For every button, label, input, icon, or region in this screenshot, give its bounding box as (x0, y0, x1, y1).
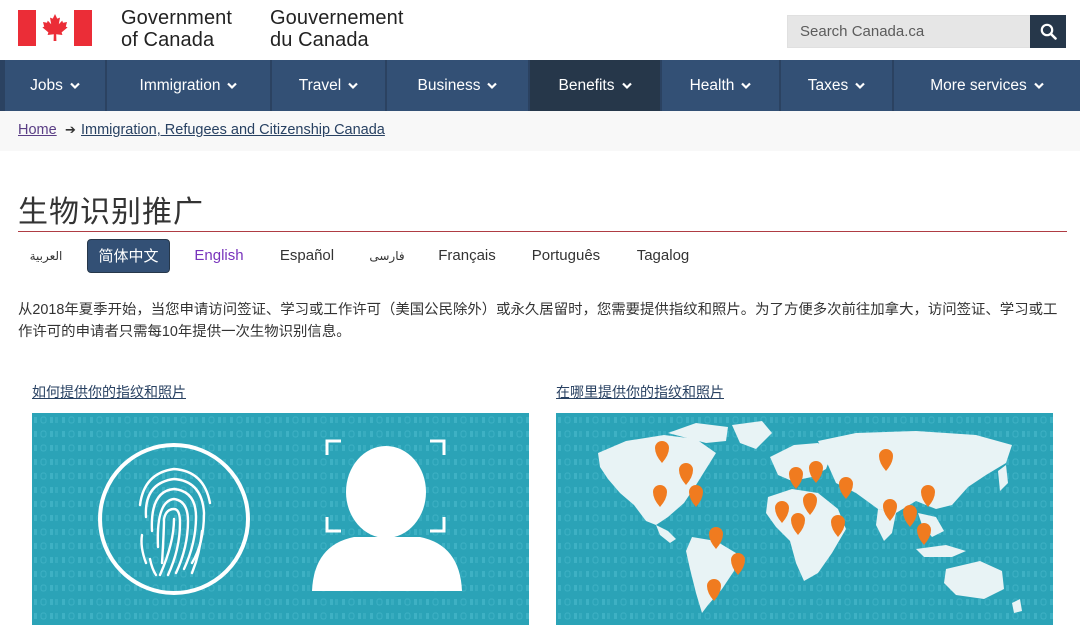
breadcrumb-home-link[interactable]: Home (18, 122, 57, 138)
lang-french[interactable]: Français (434, 239, 500, 273)
nav-item-taxes[interactable]: Taxes (781, 60, 894, 111)
nav-item-immigration[interactable]: Immigration (107, 60, 272, 111)
where-to-provide-link[interactable]: 在哪里提供你的指纹和照片 (556, 382, 724, 402)
world-map-image[interactable] (556, 413, 1053, 625)
nav-item-business[interactable]: Business (387, 60, 530, 111)
lang-arabic[interactable]: العربية (25, 239, 67, 273)
lang-simplified-chinese[interactable]: 简体中文 (87, 239, 170, 273)
signature-fr-line1: Gouvernement (270, 7, 404, 29)
lang-english[interactable]: English (189, 239, 249, 273)
nav-item-more-services[interactable]: More services (894, 60, 1080, 111)
government-signature-en[interactable]: Government of Canada (121, 7, 232, 51)
nav-item-health[interactable]: Health (662, 60, 781, 111)
breadcrumb: Home ➔ Immigration, Refugees and Citizen… (0, 111, 1080, 151)
page-title: 生物识别推广 (18, 195, 204, 230)
search-icon (1040, 23, 1057, 40)
search-input[interactable] (787, 15, 1030, 48)
signature-en-line2: of Canada (121, 29, 215, 51)
lang-tagalog[interactable]: Tagalog (632, 239, 694, 273)
chevron-down-icon (855, 82, 866, 89)
fingerprint-face-illustration (32, 413, 529, 625)
nav-item-label: More services (930, 76, 1027, 94)
chevron-down-icon (621, 82, 632, 89)
intro-paragraph: 从2018年夏季开始，当您申请访问签证、学习或工作许可（美国公民除外）或永久居留… (18, 302, 1058, 340)
nav-item-label: Taxes (807, 76, 849, 94)
nav-item-label: Jobs (30, 76, 63, 94)
title-divider (18, 231, 1067, 232)
signature-en-line1: Government (121, 7, 233, 29)
chevron-down-icon (1033, 82, 1044, 89)
lang-farsi[interactable]: فارسی (367, 239, 407, 273)
face-shoulders-icon (312, 537, 462, 591)
chevron-down-icon (487, 82, 498, 89)
nav-item-jobs[interactable]: Jobs (0, 60, 107, 111)
face-head-icon (346, 446, 426, 538)
nav-item-label: Business (417, 76, 481, 94)
nav-item-label: Travel (298, 76, 342, 94)
language-selector: العربية 简体中文 English Español فارسی Franç… (0, 239, 1080, 273)
breadcrumb-arrow-icon: ➔ (65, 122, 76, 137)
breadcrumb-ircc-link[interactable]: Immigration, Refugees and Citizenship Ca… (81, 122, 385, 138)
nav-item-label: Health (689, 76, 735, 94)
signature-fr-line2: du Canada (270, 29, 369, 51)
nav-item-benefits[interactable]: Benefits (530, 60, 662, 111)
chevron-down-icon (348, 82, 359, 89)
lang-portuguese[interactable]: Português (528, 239, 604, 273)
nav-item-label: Immigration (139, 76, 221, 94)
how-to-provide-link[interactable]: 如何提供你的指纹和照片 (32, 382, 186, 402)
canada-flag-icon[interactable] (18, 10, 92, 46)
search-button[interactable] (1030, 15, 1066, 48)
fingerprint-face-image[interactable] (32, 413, 529, 625)
nav-item-travel[interactable]: Travel (272, 60, 387, 111)
nav-item-label: Benefits (558, 76, 615, 94)
site-header: Government of Canada Gouvernement du Can… (0, 0, 1080, 60)
chevron-down-icon (70, 82, 80, 89)
chevron-down-icon (227, 82, 238, 89)
main-navigation: Jobs Immigration Travel Business Benefit… (0, 60, 1080, 111)
lang-spanish[interactable]: Español (275, 239, 339, 273)
government-signature-fr[interactable]: Gouvernement du Canada (270, 7, 404, 51)
chevron-down-icon (741, 82, 752, 89)
world-map-illustration (556, 413, 1053, 625)
